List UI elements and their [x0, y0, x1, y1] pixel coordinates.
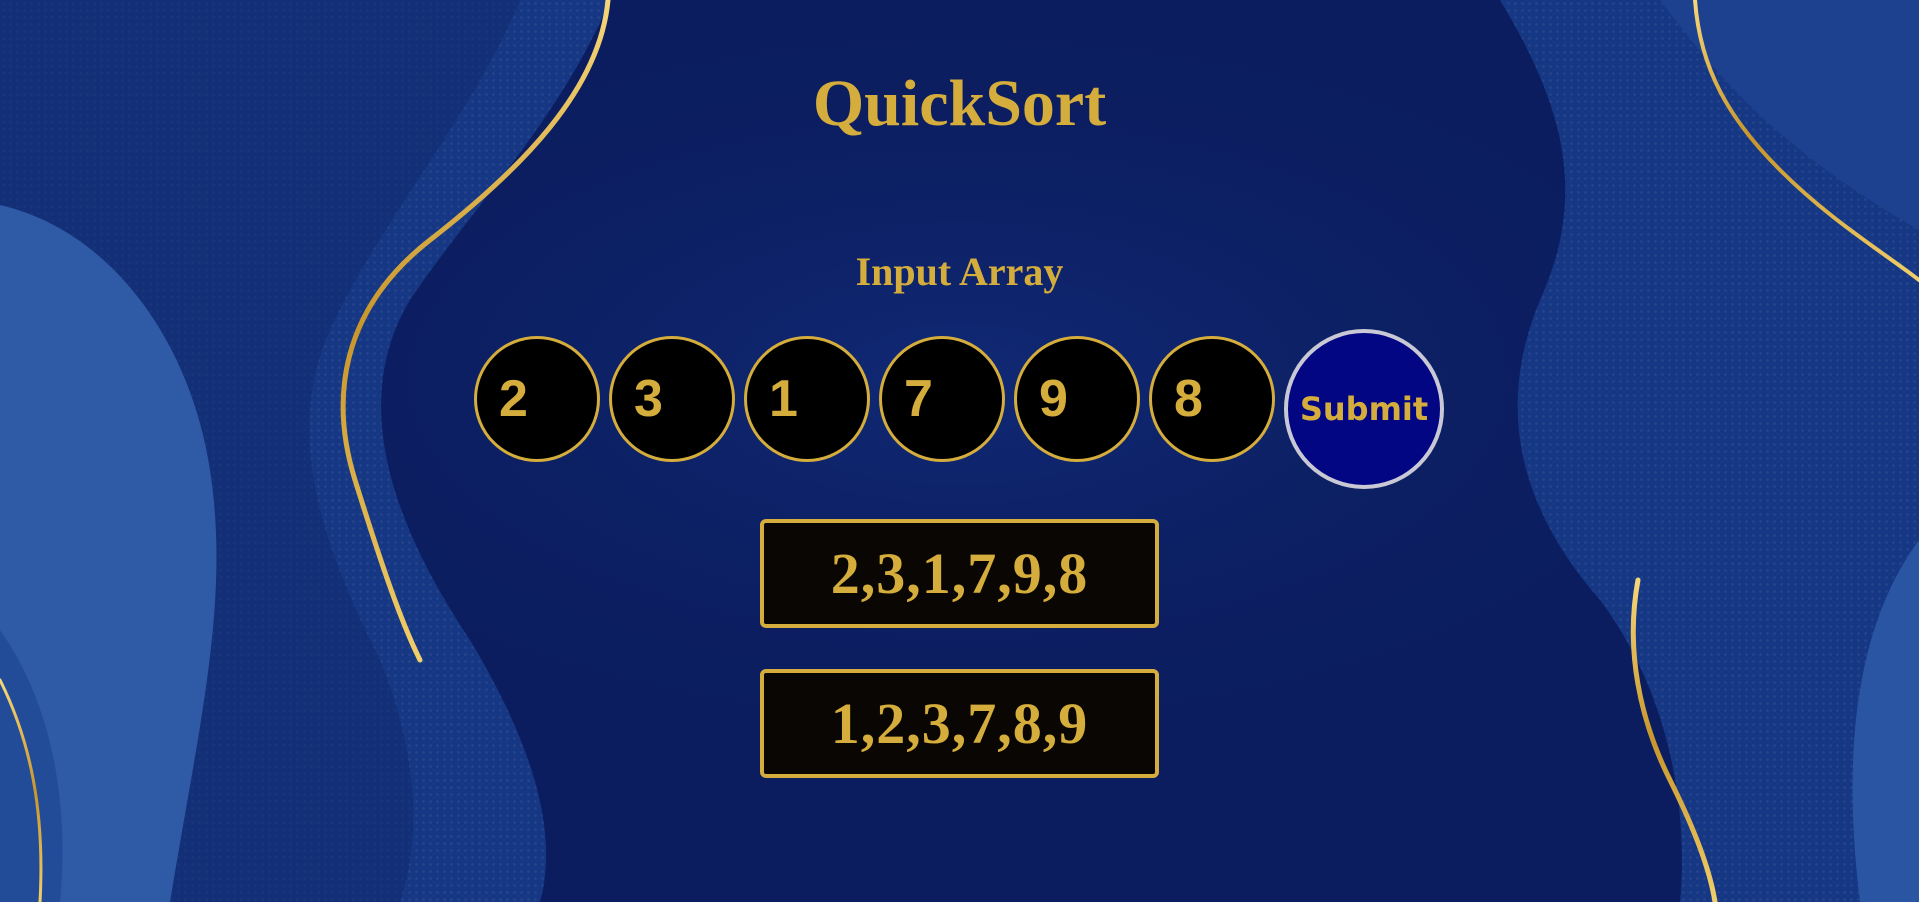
page-title: QuickSort [812, 67, 1107, 140]
array-input-2[interactable] [609, 336, 735, 462]
array-input-6[interactable] [1149, 336, 1275, 462]
input-array-label: Input Array [855, 249, 1064, 294]
array-input-4[interactable] [879, 336, 1005, 462]
main-content: QuickSort Input Array Submit 2,3,1,7,9,8… [0, 0, 1919, 902]
array-input-3[interactable] [744, 336, 870, 462]
array-input-5[interactable] [1014, 336, 1140, 462]
sorted-array-output: 1,2,3,7,8,9 [760, 669, 1159, 778]
original-array-output: 2,3,1,7,9,8 [760, 519, 1159, 628]
submit-button[interactable]: Submit [1284, 329, 1444, 489]
array-input-1[interactable] [474, 336, 600, 462]
